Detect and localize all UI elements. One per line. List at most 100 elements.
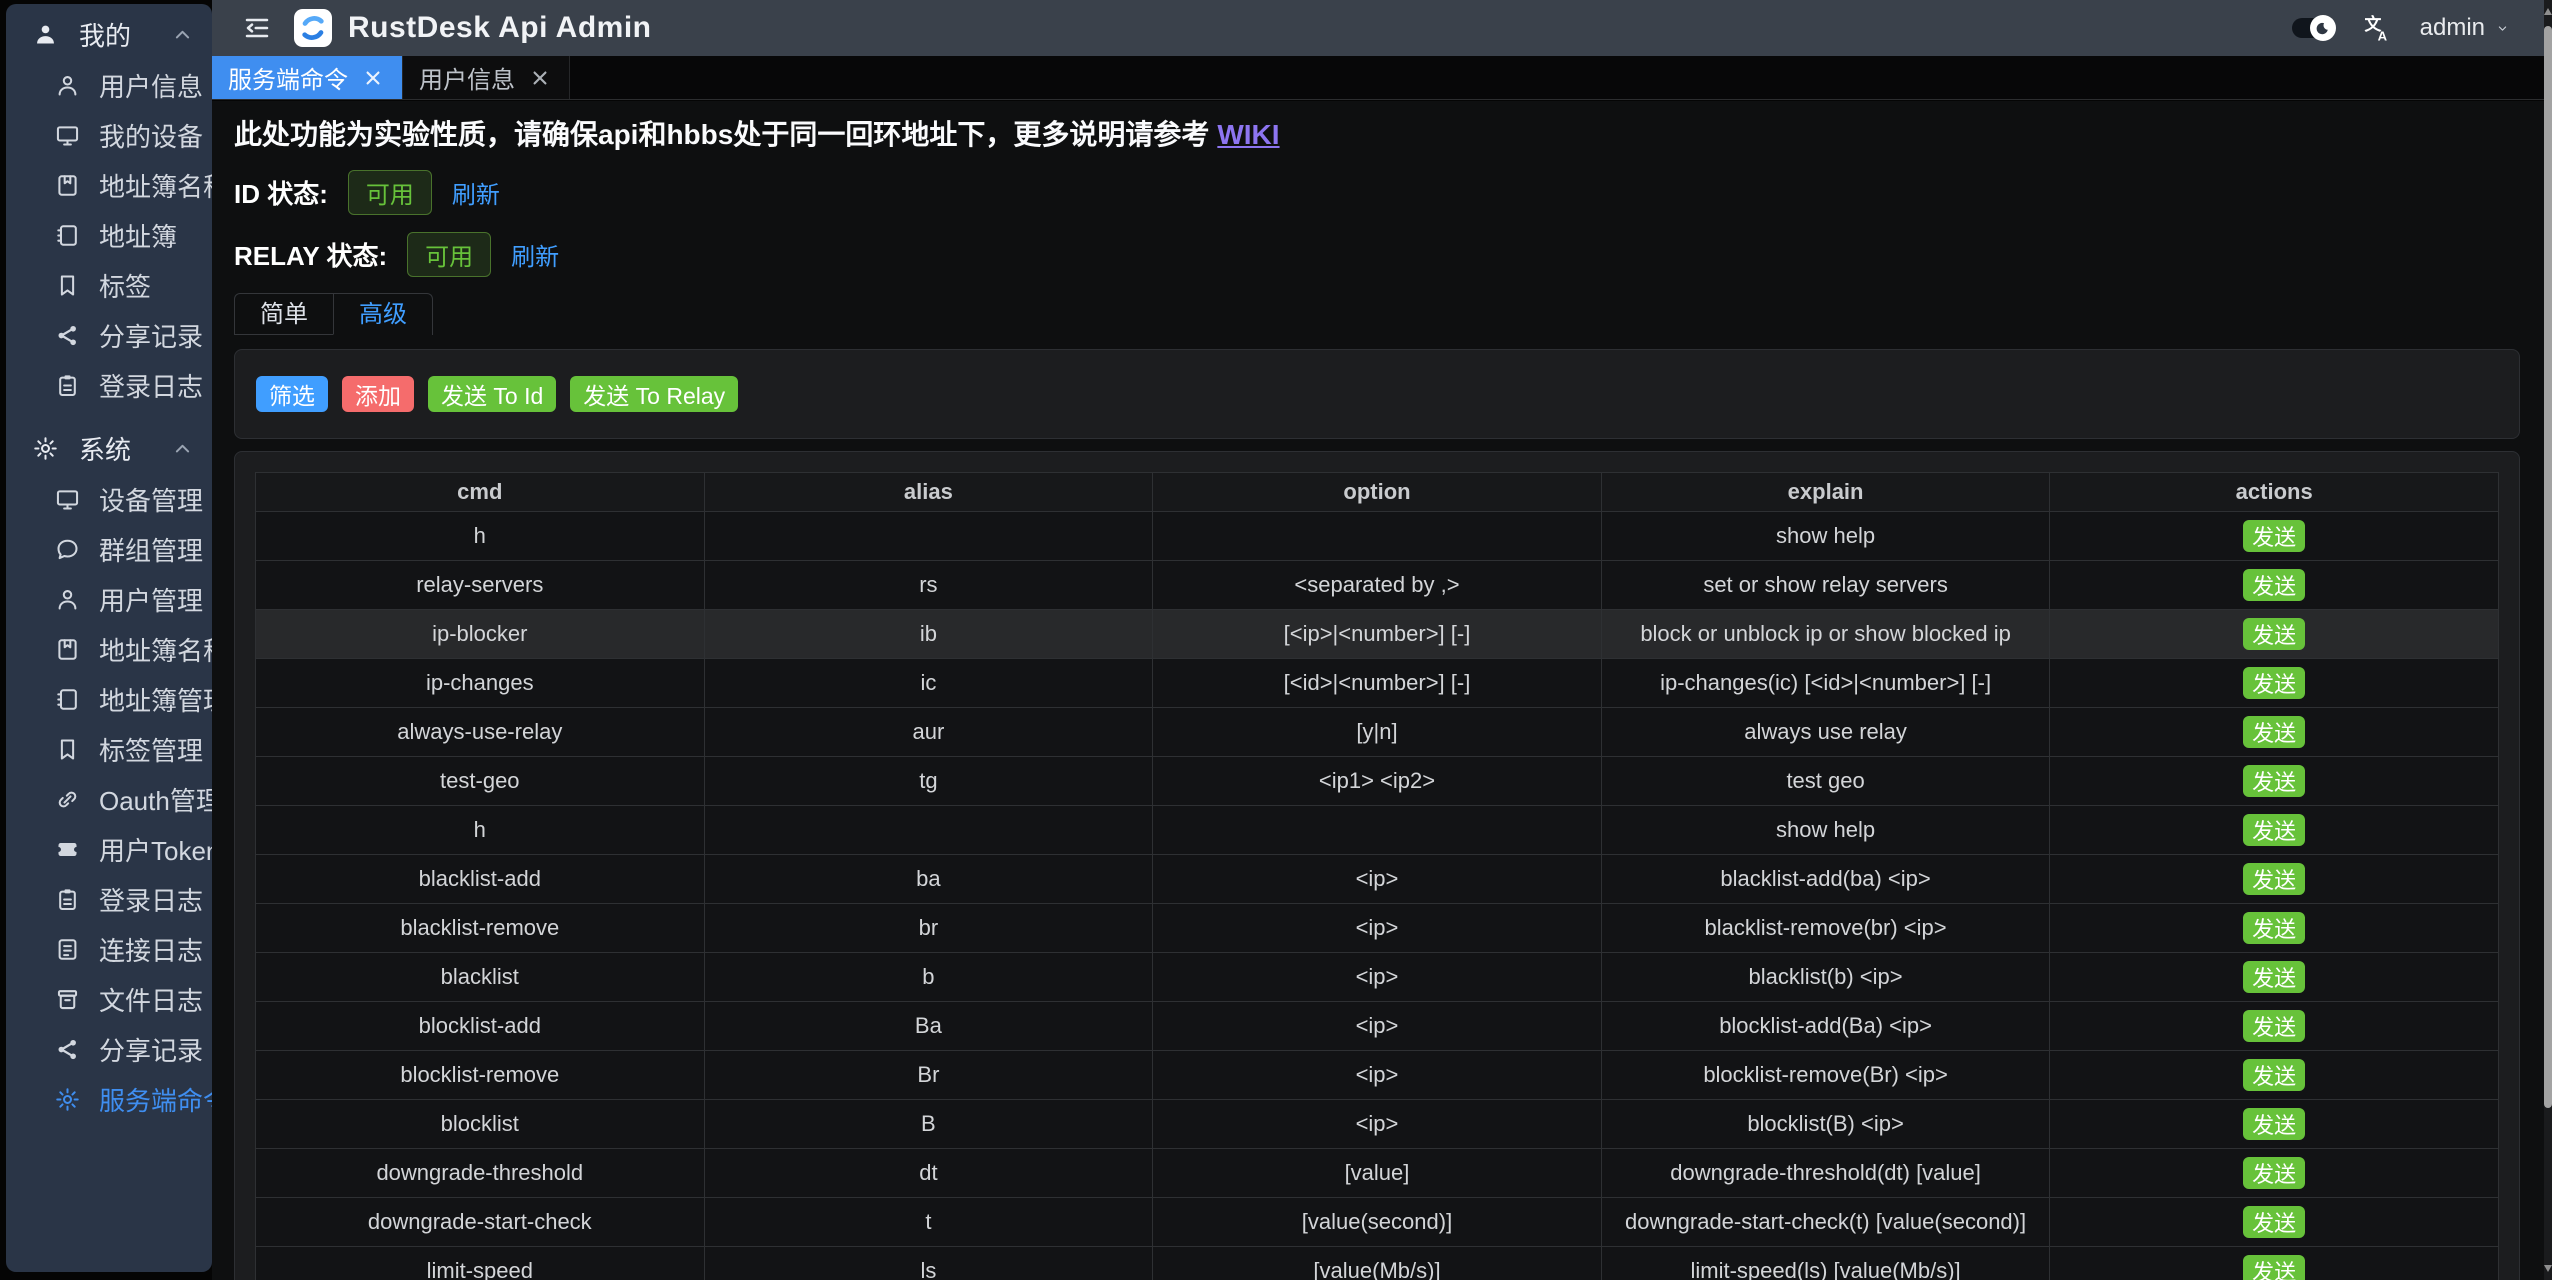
open-tab-label: 用户信息	[419, 60, 515, 95]
address-book-name-icon	[54, 636, 81, 663]
cell-option: <ip>	[1153, 855, 1602, 904]
sidebar-item-label: 地址簿名称	[99, 167, 212, 204]
cell-option: <ip>	[1153, 953, 1602, 1002]
cell-actions: 发送	[2050, 953, 2499, 1002]
open-tab[interactable]: 服务端命令	[212, 56, 403, 99]
mode-tab[interactable]: 高级	[333, 294, 432, 335]
sidebar-item[interactable]: 登录日志	[6, 360, 212, 410]
sidebar-item-label: 服务端命令	[99, 1081, 212, 1118]
moon-icon	[2315, 21, 2330, 36]
scrollbar-down-arrow[interactable]	[2544, 1265, 2552, 1272]
send-button[interactable]: 发送	[2243, 1108, 2305, 1140]
status-badge: 可用	[407, 232, 491, 277]
send-button[interactable]: 发送	[2243, 1206, 2305, 1238]
translate-icon[interactable]: 文A	[2362, 13, 2392, 43]
cell-explain: show help	[1601, 512, 2050, 561]
toolbar-button[interactable]: 发送 To Relay	[570, 376, 738, 412]
send-button[interactable]: 发送	[2243, 667, 2305, 699]
sidebar-item[interactable]: 用户信息	[6, 60, 212, 110]
cell-alias: ib	[704, 610, 1153, 659]
send-button[interactable]: 发送	[2243, 1059, 2305, 1091]
cell-cmd: ip-changes	[256, 659, 705, 708]
sidebar-section: 系统 设备管理 群组管理	[6, 422, 212, 1124]
cell-actions: 发送	[2050, 855, 2499, 904]
close-icon[interactable]	[527, 65, 553, 91]
sidebar-item[interactable]: 用户管理	[6, 574, 212, 624]
send-button[interactable]: 发送	[2243, 1010, 2305, 1042]
sidebar-item[interactable]: 文件日志	[6, 974, 212, 1024]
table-row: ip-blocker ib [<ip>|<number>] [-] block …	[256, 610, 2499, 659]
cell-actions: 发送	[2050, 659, 2499, 708]
sidebar-item[interactable]: 标签管理	[6, 724, 212, 774]
sidebar-section-header[interactable]: 我的	[6, 8, 212, 60]
sidebar-item-label: 用户信息	[99, 67, 203, 104]
sidebar-item[interactable]: 分享记录	[6, 310, 212, 360]
sidebar-item[interactable]: 地址簿名称	[6, 624, 212, 674]
cell-explain: ip-changes(ic) [<id>|<number>] [-]	[1601, 659, 2050, 708]
send-button[interactable]: 发送	[2243, 1255, 2305, 1280]
send-button[interactable]: 发送	[2243, 765, 2305, 797]
theme-toggle[interactable]	[2292, 18, 2334, 38]
send-button[interactable]: 发送	[2243, 863, 2305, 895]
collapse-menu-icon[interactable]	[242, 13, 272, 43]
table-header-cell: alias	[704, 473, 1153, 512]
sidebar-item[interactable]: 设备管理	[6, 474, 212, 524]
table-row: blocklist B <ip> blocklist(B) <ip> 发送	[256, 1100, 2499, 1149]
sidebar-item[interactable]: 标签	[6, 260, 212, 310]
sidebar-section-header[interactable]: 系统	[6, 422, 212, 474]
cell-explain: block or unblock ip or show blocked ip	[1601, 610, 2050, 659]
sidebar-item[interactable]: 服务端命令	[6, 1074, 212, 1124]
file-log-icon	[54, 986, 81, 1013]
send-button[interactable]: 发送	[2243, 520, 2305, 552]
cell-cmd: test-geo	[256, 757, 705, 806]
user-menu[interactable]: admin	[2420, 14, 2510, 42]
sidebar-item-label: 登录日志	[99, 881, 203, 918]
send-button[interactable]: 发送	[2243, 961, 2305, 993]
send-button[interactable]: 发送	[2243, 618, 2305, 650]
mode-tab[interactable]: 简单	[235, 294, 333, 335]
send-button[interactable]: 发送	[2243, 716, 2305, 748]
open-tab[interactable]: 用户信息	[403, 56, 570, 99]
open-tab-label: 服务端命令	[228, 60, 348, 95]
page-scrollbar[interactable]	[2544, 0, 2552, 1280]
login-log-icon	[54, 372, 81, 399]
cell-alias: ba	[704, 855, 1153, 904]
table-row: test-geo tg <ip1> <ip2> test geo 发送	[256, 757, 2499, 806]
cell-explain: downgrade-start-check(t) [value(second)]	[1601, 1198, 2050, 1247]
cell-alias: tg	[704, 757, 1153, 806]
sidebar-item[interactable]: 登录日志	[6, 874, 212, 924]
cell-alias: B	[704, 1100, 1153, 1149]
sidebar-item[interactable]: 连接日志	[6, 924, 212, 974]
send-button[interactable]: 发送	[2243, 814, 2305, 846]
sidebar-item-label: 用户Token	[99, 831, 212, 868]
sidebar-item-label: 文件日志	[99, 981, 203, 1018]
sidebar-item[interactable]: 地址簿	[6, 210, 212, 260]
table-row: blacklist-remove br <ip> blacklist-remov…	[256, 904, 2499, 953]
sidebar-item[interactable]: 我的设备	[6, 110, 212, 160]
cell-option: <ip>	[1153, 1002, 1602, 1051]
cell-option: <ip>	[1153, 1051, 1602, 1100]
sidebar-item[interactable]: Oauth管理	[6, 774, 212, 824]
send-button[interactable]: 发送	[2243, 1157, 2305, 1189]
sidebar-item[interactable]: 用户Token	[6, 824, 212, 874]
toolbar-button[interactable]: 筛选	[256, 376, 328, 412]
sidebar-item[interactable]: 地址簿管理	[6, 674, 212, 724]
scrollbar-thumb[interactable]	[2544, 26, 2552, 1108]
sidebar-item[interactable]: 群组管理	[6, 524, 212, 574]
toolbar-button[interactable]: 添加	[342, 376, 414, 412]
refresh-link[interactable]: 刷新	[511, 237, 559, 272]
close-icon[interactable]	[360, 65, 386, 91]
send-button[interactable]: 发送	[2243, 912, 2305, 944]
send-button[interactable]: 发送	[2243, 569, 2305, 601]
toolbar-button[interactable]: 发送 To Id	[428, 376, 556, 412]
sidebar-item[interactable]: 分享记录	[6, 1024, 212, 1074]
cell-explain: test geo	[1601, 757, 2050, 806]
refresh-link[interactable]: 刷新	[452, 175, 500, 210]
login-log-icon	[54, 886, 81, 913]
scrollbar-up-arrow[interactable]	[2544, 8, 2552, 15]
table-row: always-use-relay aur [y|n] always use re…	[256, 708, 2499, 757]
sidebar-item[interactable]: 地址簿名称	[6, 160, 212, 210]
wiki-link[interactable]: WIKI	[1217, 119, 1279, 150]
sidebar-item-label: 标签管理	[99, 731, 203, 768]
token-icon	[54, 836, 81, 863]
